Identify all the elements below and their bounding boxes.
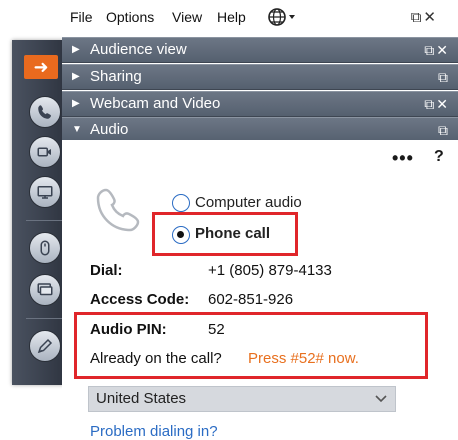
phone-call-label: Phone call — [195, 225, 271, 242]
menu-file[interactable]: File — [70, 9, 93, 25]
dial-number: +1 (805) 879-4133 — [208, 262, 332, 279]
section-label: Audio — [90, 121, 129, 138]
screen-icon[interactable] — [29, 176, 61, 208]
menu-options[interactable]: Options — [106, 9, 154, 25]
control-panel: File Options View Help ⧉✕ ▶ Audience vie… — [62, 0, 458, 440]
computer-audio-label: Computer audio — [195, 194, 302, 211]
mouse-icon[interactable] — [29, 232, 61, 264]
access-code-value: 602-851-926 — [208, 291, 294, 308]
expand-icon: ▶ — [72, 98, 80, 109]
chevron-down-icon — [375, 395, 387, 403]
menu-view[interactable]: View — [172, 9, 202, 25]
country-select[interactable]: United States — [88, 386, 396, 412]
pencil-icon[interactable] — [29, 330, 61, 362]
audio-pane: ••• ? Computer audio Phone call Dial: +1… — [62, 140, 458, 440]
section-label: Audience view — [90, 41, 187, 58]
audio-pin-value: 52 — [208, 321, 225, 338]
collapse-icon: ▼ — [72, 124, 82, 135]
expand-icon: ▶ — [72, 71, 80, 82]
access-code-label: Access Code: — [90, 291, 190, 308]
dial-label: Dial: — [90, 262, 123, 279]
section-controls[interactable]: ⧉✕ — [424, 38, 450, 62]
menu-bar: File Options View Help ⧉✕ — [62, 0, 458, 36]
already-on-call-text: Already on the call? — [90, 350, 222, 367]
section-label: Sharing — [90, 68, 142, 85]
section-sharing[interactable]: ▶ Sharing ⧉ — [62, 64, 458, 90]
press-pin-instruction: Press #52# now. — [248, 350, 359, 367]
country-value: United States — [96, 390, 187, 407]
section-controls[interactable]: ⧉ — [438, 65, 450, 89]
more-options-icon[interactable]: ••• — [392, 148, 414, 169]
expand-icon: ▶ — [72, 44, 80, 55]
camera-icon[interactable] — [29, 136, 61, 168]
problem-dialing-link[interactable]: Problem dialing in? — [90, 423, 218, 440]
menu-help[interactable]: Help — [217, 9, 246, 25]
help-icon[interactable]: ? — [434, 148, 444, 166]
arrow-right-icon[interactable]: ➜ — [24, 55, 58, 79]
section-audience-view[interactable]: ▶ Audience view ⧉✕ — [62, 37, 458, 63]
section-webcam-video[interactable]: ▶ Webcam and Video ⧉✕ — [62, 91, 458, 117]
monitor-icon[interactable] — [29, 274, 61, 306]
globe-icon[interactable] — [267, 7, 297, 27]
section-label: Webcam and Video — [90, 95, 221, 112]
phone-call-radio[interactable] — [172, 226, 190, 244]
toolbar-divider — [26, 220, 62, 221]
toolbar-divider — [26, 318, 62, 319]
window-controls[interactable]: ⧉✕ — [411, 8, 438, 26]
section-controls[interactable]: ⧉ — [438, 118, 450, 142]
phone-handset-icon — [96, 188, 140, 232]
side-toolbar: ➜ — [12, 40, 64, 385]
computer-audio-radio[interactable] — [172, 194, 190, 212]
section-controls[interactable]: ⧉✕ — [424, 92, 450, 116]
audio-pin-label: Audio PIN: — [90, 321, 167, 338]
phone-icon[interactable] — [29, 96, 61, 128]
